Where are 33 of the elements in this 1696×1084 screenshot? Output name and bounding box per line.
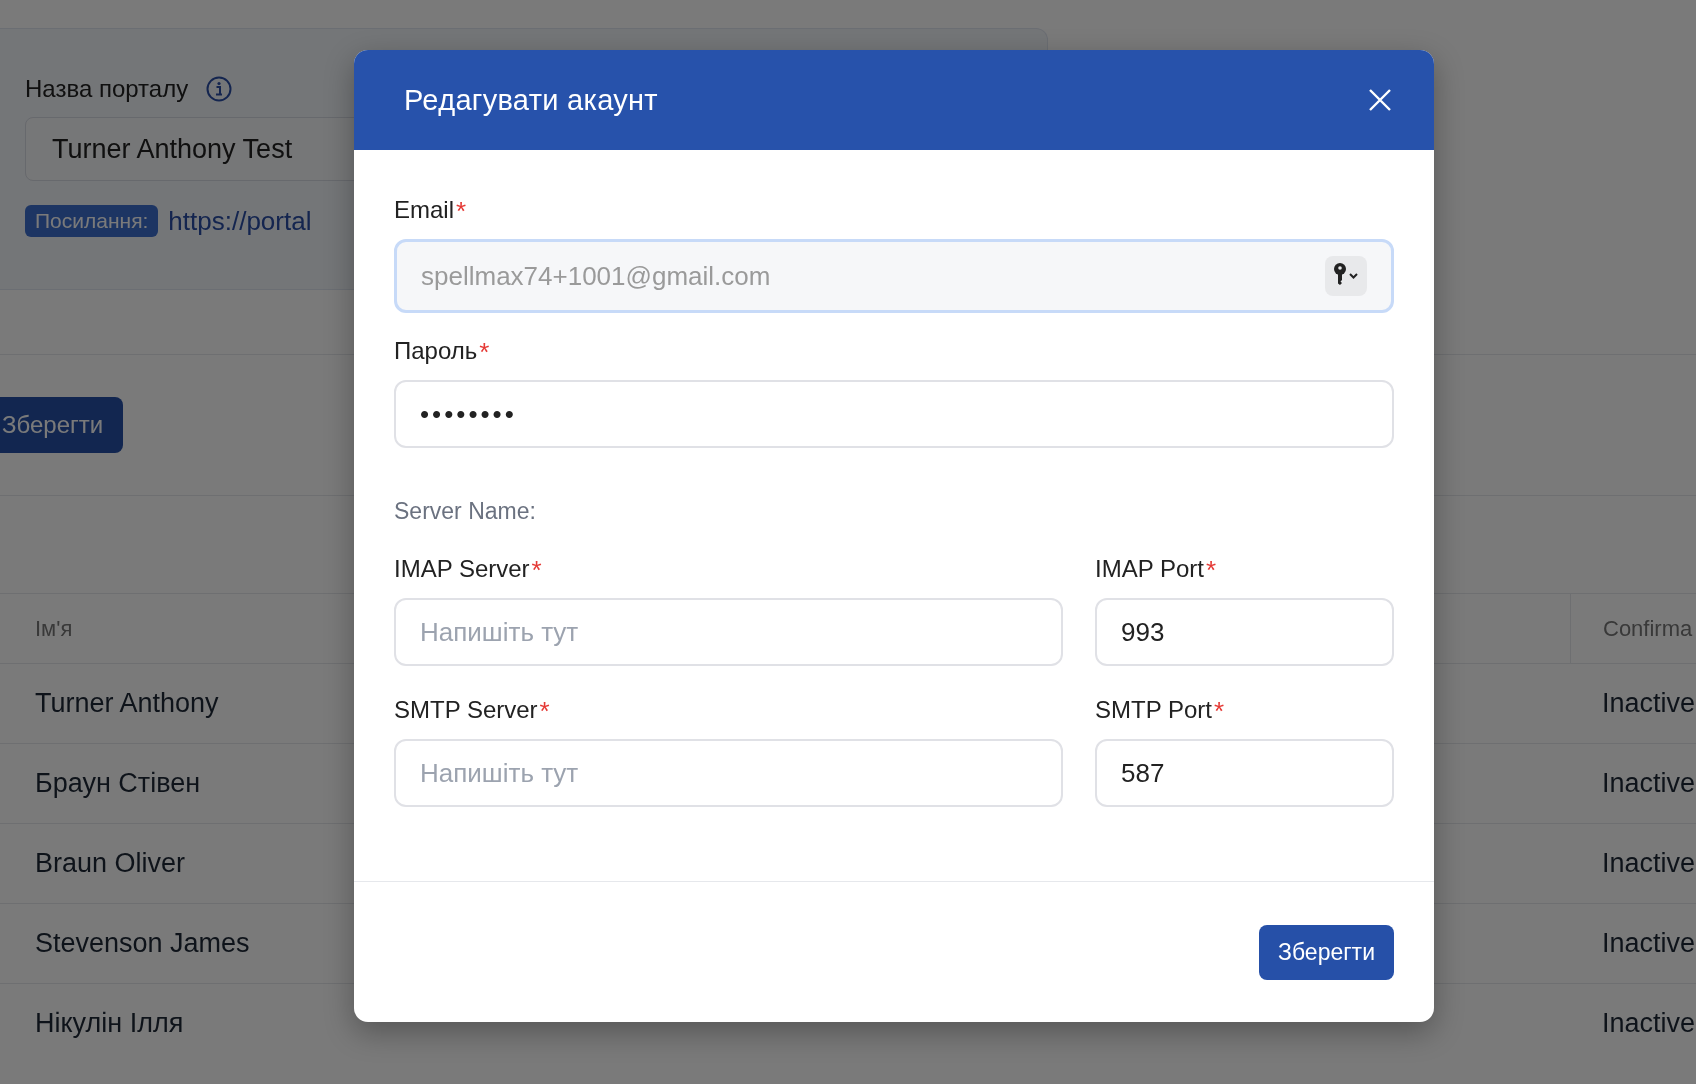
- input-field[interactable]: spellmax74+1001@gmail.com: [394, 239, 1394, 313]
- input-field[interactable]: Напишіть тут: [394, 598, 1063, 666]
- field-label: IMAP Port: [1095, 555, 1204, 583]
- field-label: SMTP Port: [1095, 696, 1212, 724]
- field-label: Пароль: [394, 337, 478, 365]
- field-label: SMTP Server: [394, 696, 538, 724]
- table-cell: Inactive: [1570, 823, 1696, 903]
- dialog-title: Редагувати акаунт: [404, 83, 658, 117]
- table-cell: Inactive: [1570, 743, 1696, 823]
- field-label: IMAP Server: [394, 555, 530, 583]
- save-button[interactable]: Зберегти: [1259, 925, 1394, 980]
- portal-link[interactable]: https://portal: [168, 205, 312, 237]
- table-cell: Inactive: [1570, 903, 1696, 983]
- column-header: Confirma: [1570, 593, 1696, 663]
- info-icon[interactable]: [206, 76, 233, 102]
- required-asterisk: *: [539, 696, 550, 727]
- password-field[interactable]: ••••••••: [394, 380, 1394, 448]
- required-asterisk: *: [531, 555, 542, 586]
- key-icon[interactable]: [1325, 256, 1367, 296]
- table-cell: Inactive: [1570, 663, 1696, 743]
- input-field[interactable]: 587: [1095, 739, 1394, 807]
- field-label: Назва порталу: [25, 75, 189, 103]
- required-asterisk: *: [1205, 555, 1217, 586]
- required-asterisk: *: [1213, 696, 1225, 727]
- input-field[interactable]: 993: [1095, 598, 1394, 666]
- required-asterisk: *: [479, 337, 490, 368]
- input-field[interactable]: Напишіть тут: [394, 739, 1063, 807]
- link-badge: Посилання:: [25, 205, 159, 237]
- field-label: Email: [394, 196, 454, 224]
- section-label: Server Name:: [394, 498, 537, 525]
- save-button[interactable]: Зберегти: [0, 397, 124, 453]
- table-cell: Inactive: [1570, 983, 1696, 1063]
- required-asterisk: *: [456, 196, 467, 227]
